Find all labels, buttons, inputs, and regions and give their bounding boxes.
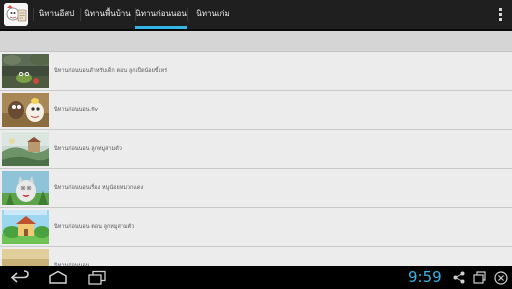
list-item[interactable]: นิทานก่อนนอนสำหรับเด็ก ตอน ลูกเป็ดน้อยขี…: [0, 52, 512, 91]
video-list[interactable]: นิทานก่อนนอนสำหรับเด็ก ตอน ลูกเป็ดน้อยขี…: [0, 52, 512, 266]
video-title: นิทานก่อนนอนสำหรับเด็ก ตอน ลูกเป็ดน้อยขี…: [54, 68, 168, 74]
video-title: นิทานก่อนนอน ...: [54, 263, 97, 266]
list-item[interactable]: นิทานก่อนนอน ตอน ลูกหมูสามตัว: [0, 208, 512, 247]
video-thumbnail: [2, 210, 49, 244]
tab-folk-tales[interactable]: นิทานพื้นบ้าน: [80, 0, 135, 29]
video-thumbnail: [2, 249, 49, 266]
share-icon: [453, 271, 465, 284]
window-icon: [473, 271, 486, 284]
list-header: [0, 31, 512, 52]
video-title: นิทานก่อนนอน.flv: [54, 107, 98, 113]
tab-label: นิทานเก่ม: [196, 9, 230, 18]
clock: 9:59: [408, 268, 442, 286]
app-logo-icon[interactable]: [4, 3, 28, 26]
video-title: นิทานก่อนนอนเรื่อง หนูน้อยหมวกแดง: [54, 185, 144, 191]
list-item[interactable]: นิทานก่อนนอน ...: [0, 247, 512, 266]
overflow-menu-icon[interactable]: [497, 8, 503, 21]
video-title: นิทานก่อนนอน ตอน ลูกหมูสามตัว: [54, 224, 135, 230]
list-item[interactable]: นิทานก่อนนอน ลูกหมูสามตัว: [0, 130, 512, 169]
home-icon[interactable]: [48, 270, 68, 285]
action-bar: นิทานอีสป นิทานพื้นบ้าน นิทานก่อนนอน นิท…: [0, 0, 512, 31]
video-thumbnail: [2, 93, 49, 127]
tab-label: นิทานอีสป: [38, 9, 75, 18]
tab-label: นิทานพื้นบ้าน: [84, 9, 131, 18]
tab-aesop-fables[interactable]: นิทานอีสป: [33, 0, 80, 29]
video-thumbnail: [2, 54, 49, 88]
video-thumbnail: [2, 132, 49, 166]
recent-apps-icon[interactable]: [87, 270, 107, 285]
tab-bedtime-stories[interactable]: นิทานก่อนนอน: [135, 0, 187, 29]
video-thumbnail: [2, 171, 49, 205]
tab-other-stories[interactable]: นิทานเก่ม: [187, 0, 239, 29]
list-item[interactable]: นิทานก่อนนอน.flv: [0, 91, 512, 130]
close-app-icon[interactable]: [494, 271, 508, 285]
video-title: นิทานก่อนนอน ลูกหมูสามตัว: [54, 146, 122, 152]
system-bar: 9:59: [0, 266, 512, 289]
back-icon[interactable]: [10, 270, 30, 285]
list-item[interactable]: นิทานก่อนนอนเรื่อง หนูน้อยหมวกแดง: [0, 169, 512, 208]
tab-label: นิทานก่อนนอน: [135, 9, 187, 18]
